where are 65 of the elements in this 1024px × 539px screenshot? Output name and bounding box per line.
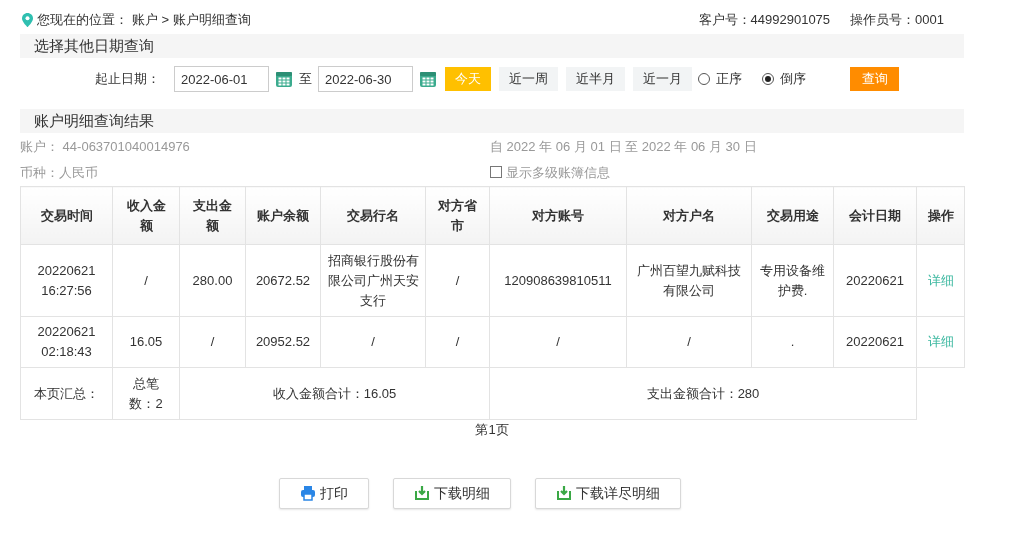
column-header: 操作 [916,186,965,245]
order-label: 倒序 [780,70,806,89]
table-cell: / [489,316,627,368]
calendar-icon[interactable] [275,70,293,88]
table-cell: 120908639810511 [489,244,627,317]
table-cell: / [320,316,426,368]
table-cell: 专用设备维护费. [751,244,834,317]
multi-ledger-label: 显示多级账簿信息 [506,163,610,182]
table-cell: 总笔数：2 [112,367,180,420]
table-cell: 支出金额合计：280 [489,367,917,420]
download-button[interactable]: 下载详尽明细 [535,477,681,509]
column-header: 交易时间 [20,186,113,245]
table-cell: . [751,316,834,368]
range-separator: 至 [299,70,312,89]
column-header: 会计日期 [833,186,917,245]
column-header: 对方账号 [489,186,627,245]
table-cell: 本页汇总： [20,367,113,420]
table-cell: 20220621 [833,316,917,368]
header-info: 客户号：44992901075 [698,11,831,30]
end-date-field[interactable]: 2022-06-30 [318,66,413,92]
header-info: 操作员号：0001 [850,11,944,30]
location-pin-icon [22,13,33,27]
table-cell: 20672.52 [245,244,321,317]
table-cell: 20220621 16:27:56 [20,244,113,317]
download-icon [556,485,572,501]
table-cell: / [112,244,180,317]
table-cell: 20952.52 [245,316,321,368]
print-button[interactable]: 打印 [279,477,369,509]
printer-icon [300,485,316,501]
table-cell: 收入金额合计：16.05 [179,367,490,420]
order-label: 正序 [716,70,742,89]
calendar-icon[interactable] [419,70,437,88]
table-cell: 280.00 [179,244,246,317]
table-cell: / [626,316,752,368]
section-header: 账户明细查询结果 [20,109,964,133]
table-cell: 20220621 02:18:43 [20,316,113,368]
column-header: 交易用途 [751,186,834,245]
quick-range-button[interactable]: 近一月 [633,67,692,91]
download-icon [414,485,430,501]
page-number: 第1页 [475,421,509,439]
table-cell: 广州百望九赋科技有限公司 [626,244,752,317]
multi-ledger-checkbox[interactable] [490,166,502,179]
column-header: 支出金额 [179,186,246,245]
account-number: 账户： 44-063701040014976 [20,138,191,156]
column-header: 收入金额 [112,186,180,245]
date-range-label: 起止日期： [95,70,160,89]
column-header: 账户余额 [245,186,321,245]
start-date-field[interactable]: 2022-06-01 [174,66,269,92]
breadcrumb-path: 账户 > 账户明细查询 [132,11,251,30]
quick-range-button[interactable]: 近半月 [566,67,625,91]
column-header: 对方省市 [425,186,490,245]
date-period: 自 2022 年 06 月 01 日 至 2022 年 06 月 30 日 [490,138,758,156]
table-cell: / [425,316,490,368]
currency: 币种：人民币 [20,163,99,182]
quick-range-button[interactable]: 近一周 [499,67,558,91]
breadcrumb-label: 您现在的位置： [37,11,128,30]
section-header: 选择其他日期查询 [20,34,964,58]
table-cell: / [425,244,490,317]
column-header: 对方户名 [626,186,752,245]
table-cell: 招商银行股份有限公司广州天安支行 [320,244,426,317]
column-header: 交易行名 [320,186,426,245]
table-cell: / [179,316,246,368]
table-cell: 16.05 [112,316,180,368]
download-button[interactable]: 下载明细 [393,477,511,509]
table-cell: 20220621 [833,244,917,317]
